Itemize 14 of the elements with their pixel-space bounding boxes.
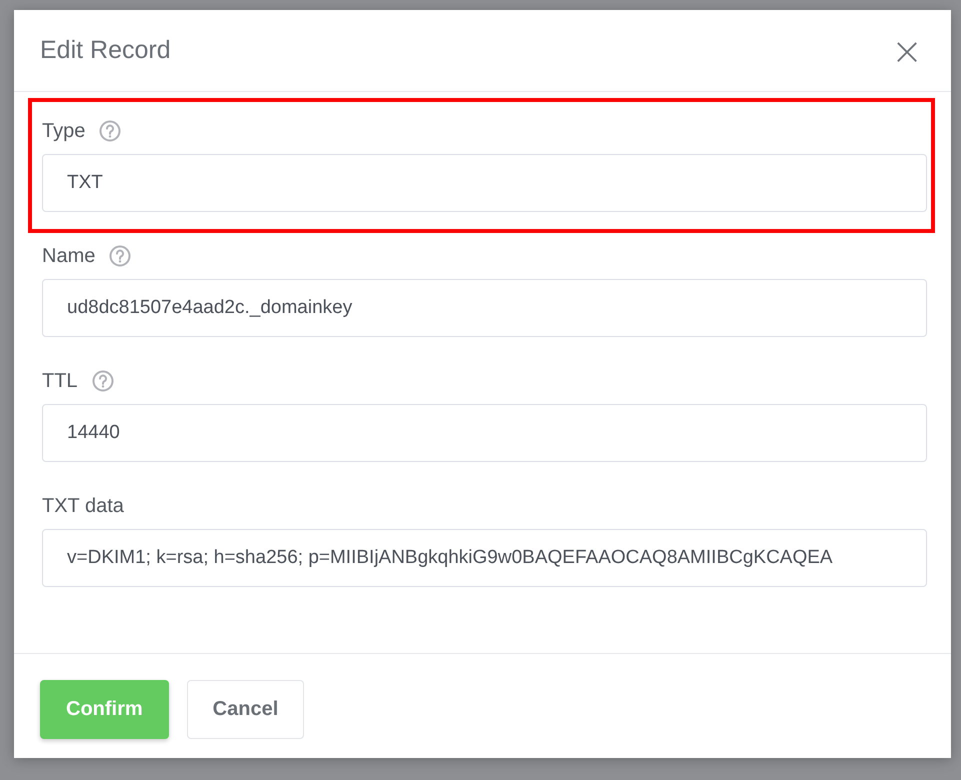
input-field[interactable]: v=DKIM1; k=rsa; h=sha256; p=MIIBIjANBgkqhkiG9w0BAQEFAAOCAQ8AMIIBCgKCAQEA xyxy=(42,529,927,587)
field-label: Name xyxy=(42,244,96,268)
field-label: TTL xyxy=(42,370,78,392)
dialog-title: Edit Record xyxy=(40,36,171,65)
input-field[interactable]: 14440 xyxy=(42,404,927,462)
field-label: Type xyxy=(42,120,86,142)
help-icon[interactable] xyxy=(109,245,132,267)
close-button[interactable]: × xyxy=(889,32,925,70)
help-icon[interactable] xyxy=(92,370,114,392)
help-icon[interactable] xyxy=(99,120,122,142)
dialog-button[interactable]: Cancel xyxy=(186,680,304,739)
input-field[interactable]: ud8dc81507e4aad2c._domainkey xyxy=(42,279,927,337)
input-field[interactable]: TXT xyxy=(42,154,927,212)
field-label: TXT data xyxy=(42,494,124,518)
